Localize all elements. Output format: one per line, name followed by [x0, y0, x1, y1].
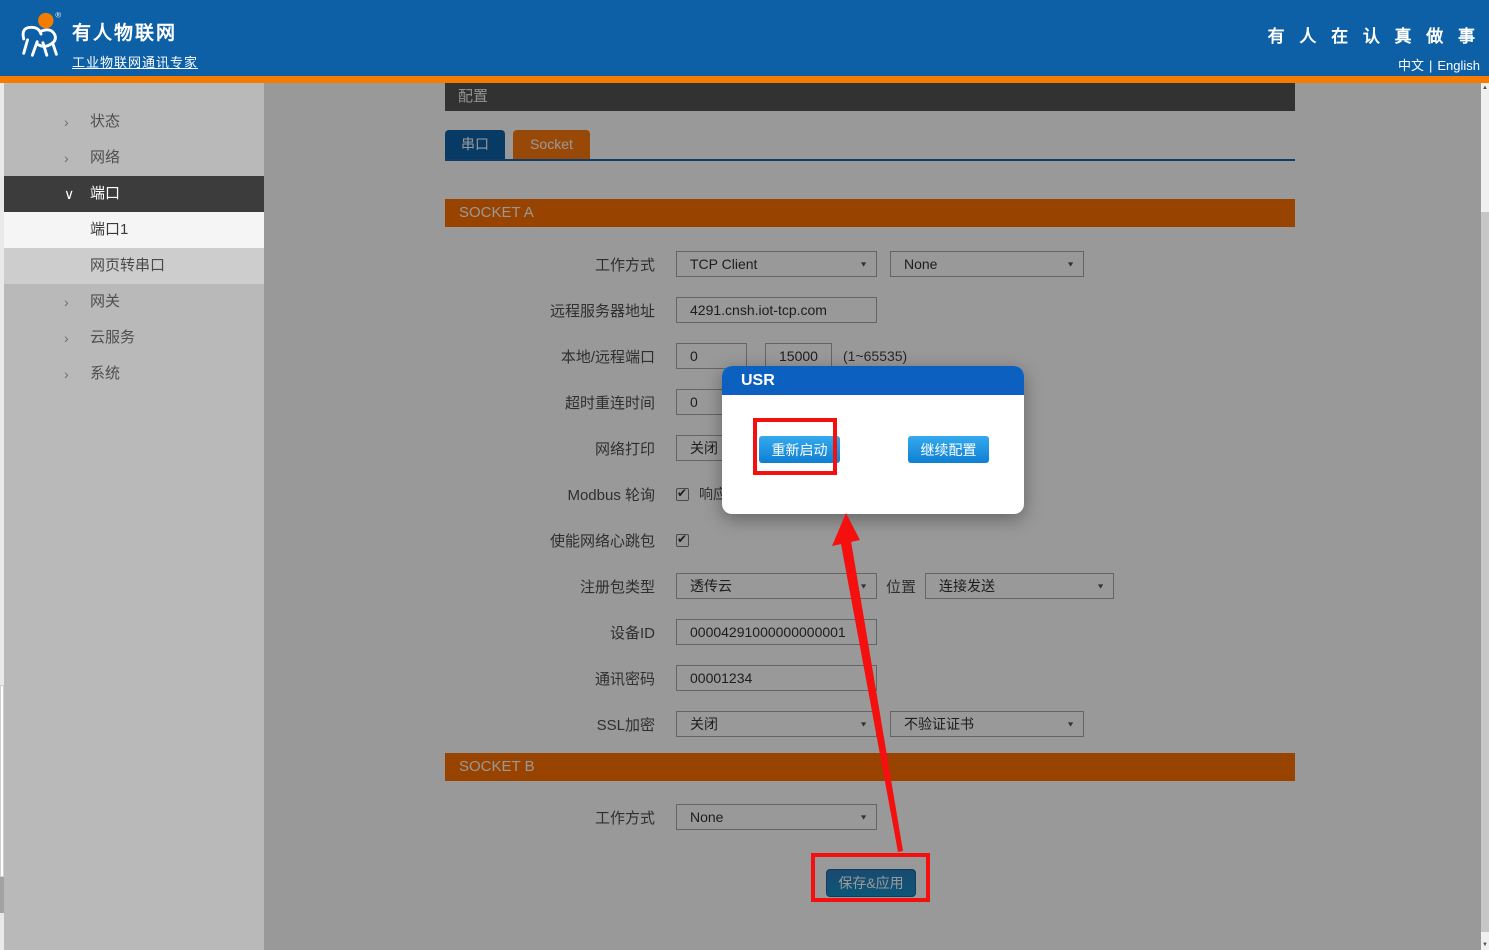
left-edge-scrollbar[interactable] — [0, 83, 4, 950]
continue-config-button[interactable]: 继续配置 — [908, 436, 989, 463]
vertical-scrollbar[interactable]: ▲ ▼ — [1481, 83, 1489, 950]
usr-logo-icon: ® — [16, 9, 66, 68]
scrollbar-thumb[interactable] — [1481, 212, 1489, 932]
language-switcher: 中文 | English — [1268, 55, 1480, 74]
brand-block: 有人物联网 工业物联网通讯专家 — [72, 18, 198, 71]
brand-subtitle: 工业物联网通讯专家 — [72, 52, 198, 71]
sidebar-item-label: 网关 — [90, 293, 120, 310]
sidebar-item-label: 端口1 — [90, 221, 128, 238]
restart-button[interactable]: 重新启动 — [759, 436, 840, 463]
sidebar-item-port1[interactable]: 端口1 — [0, 212, 264, 248]
sidebar-item-label: 云服务 — [90, 329, 135, 346]
svg-text:®: ® — [55, 11, 61, 20]
chevron-right-icon: › — [64, 356, 69, 392]
chevron-down-icon: ∨ — [64, 176, 74, 212]
main-content: 配置 串口 Socket SOCKET A 工作方式 TCP Client ▼ … — [264, 83, 1481, 950]
left-scrollbar-thumb[interactable] — [0, 877, 4, 913]
chevron-right-icon: › — [64, 284, 69, 320]
header-slogan: 有 人 在 认 真 做 事 — [1268, 22, 1480, 47]
sidebar-item-port[interactable]: ∨ 端口 — [0, 176, 264, 212]
scrollbar-up-icon[interactable]: ▲ — [1481, 85, 1489, 91]
sidebar-item-network[interactable]: › 网络 — [0, 140, 264, 176]
sidebar-item-label: 网络 — [90, 149, 120, 166]
usr-dialog: USR 重新启动 继续配置 — [722, 366, 1024, 514]
sidebar-item-label: 状态 — [90, 113, 120, 130]
sidebar-item-status[interactable]: › 状态 — [0, 104, 264, 140]
brand-title: 有人物联网 — [72, 18, 198, 45]
left-scrollbar-track-segment — [0, 685, 4, 877]
app-header: ® 有人物联网 工业物联网通讯专家 有 人 在 认 真 做 事 中文 | Engli… — [0, 0, 1489, 76]
sidebar-item-system[interactable]: › 系统 — [0, 356, 264, 392]
scrollbar-down-icon[interactable]: ▼ — [1481, 942, 1489, 948]
lang-separator: | — [1429, 58, 1432, 73]
sidebar: › 状态 › 网络 ∨ 端口 端口1 网页转串口 › 网关 › 云服务 › 系统 — [0, 83, 264, 950]
sidebar-item-cloud[interactable]: › 云服务 — [0, 320, 264, 356]
lang-english-link[interactable]: English — [1437, 58, 1480, 73]
chevron-right-icon: › — [64, 140, 69, 176]
sidebar-item-label: 网页转串口 — [90, 257, 165, 274]
sidebar-item-web-to-serial[interactable]: 网页转串口 — [0, 248, 264, 284]
sidebar-item-gateway[interactable]: › 网关 — [0, 284, 264, 320]
sidebar-item-label: 系统 — [90, 365, 120, 382]
chevron-right-icon: › — [64, 104, 69, 140]
header-accent-bar — [0, 76, 1489, 83]
sidebar-item-label: 端口 — [90, 185, 120, 202]
chevron-right-icon: › — [64, 320, 69, 356]
modal-backdrop — [264, 83, 1481, 950]
usr-dialog-title: USR — [722, 366, 1024, 395]
lang-chinese-link[interactable]: 中文 — [1398, 58, 1424, 73]
